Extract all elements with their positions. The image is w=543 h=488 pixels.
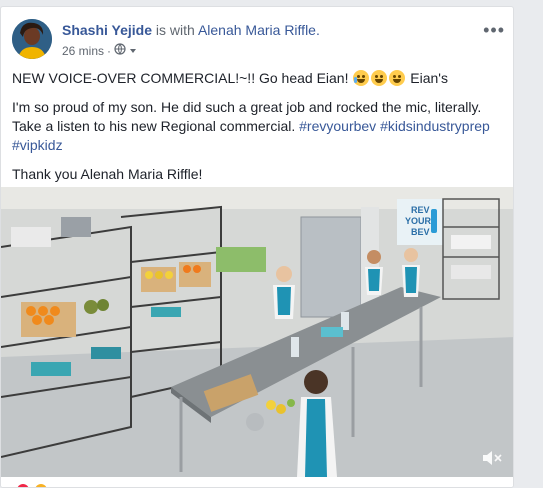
- post-line-1: NEW VOICE-OVER COMMERCIAL!~!! Go head Ei…: [12, 69, 504, 88]
- hashtag-link[interactable]: #vipkidz: [12, 137, 63, 153]
- child-figure: [273, 266, 295, 319]
- svg-text:YOUR: YOUR: [405, 216, 432, 226]
- post-text: NEW VOICE-OVER COMMERCIAL!~!! Go head Ei…: [12, 69, 504, 194]
- reactions-strip: [1, 477, 513, 488]
- post-meta: 26 mins ·: [62, 43, 137, 58]
- rev-your-bev-sign: REV YOUR BEV: [397, 199, 443, 245]
- post-header: Shashi Yejide is with Alenah Maria Riffl…: [12, 17, 513, 63]
- child-figure: [365, 250, 383, 295]
- video-player[interactable]: REV YOUR BEV: [1, 187, 513, 477]
- post-line-2: I'm so proud of my son. He did such a gr…: [12, 98, 504, 155]
- hashtag-link[interactable]: #kidsindustryprep: [380, 118, 490, 134]
- more-options-button[interactable]: •••: [483, 21, 505, 39]
- video-frame: REV YOUR BEV: [1, 187, 513, 477]
- reaction-icons[interactable]: [1, 478, 61, 488]
- post-line-1-text: NEW VOICE-OVER COMMERCIAL!~!! Go head Ei…: [12, 70, 349, 86]
- post-card: Shashi Yejide is with Alenah Maria Riffl…: [0, 6, 514, 488]
- laughing-emoji-icon: [389, 70, 406, 86]
- hashtag-link[interactable]: #revyourbev: [299, 118, 376, 134]
- with-text: is with: [155, 22, 195, 38]
- tagged-person[interactable]: Alenah Maria Riffle.: [198, 22, 320, 38]
- post-line-1-end: Eian's: [410, 70, 448, 86]
- meta-separator: ·: [107, 43, 112, 58]
- child-figure: [402, 248, 420, 297]
- avatar-image: [12, 19, 52, 59]
- crying-emoji-icon: [353, 70, 370, 86]
- laughing-emoji-icon: [371, 70, 388, 86]
- author-line: Shashi Yejide is with Alenah Maria Riffl…: [62, 22, 320, 38]
- mute-speaker-icon[interactable]: [481, 449, 503, 467]
- chevron-down-icon[interactable]: [129, 44, 137, 58]
- globe-icon[interactable]: [114, 43, 126, 58]
- svg-text:BEV: BEV: [411, 227, 430, 237]
- author-name[interactable]: Shashi Yejide: [62, 22, 152, 38]
- svg-text:REV: REV: [411, 205, 430, 215]
- avatar[interactable]: [12, 19, 52, 59]
- post-time[interactable]: 26 mins: [62, 44, 104, 58]
- post-line-3: Thank you Alenah Maria Riffle!: [12, 166, 203, 182]
